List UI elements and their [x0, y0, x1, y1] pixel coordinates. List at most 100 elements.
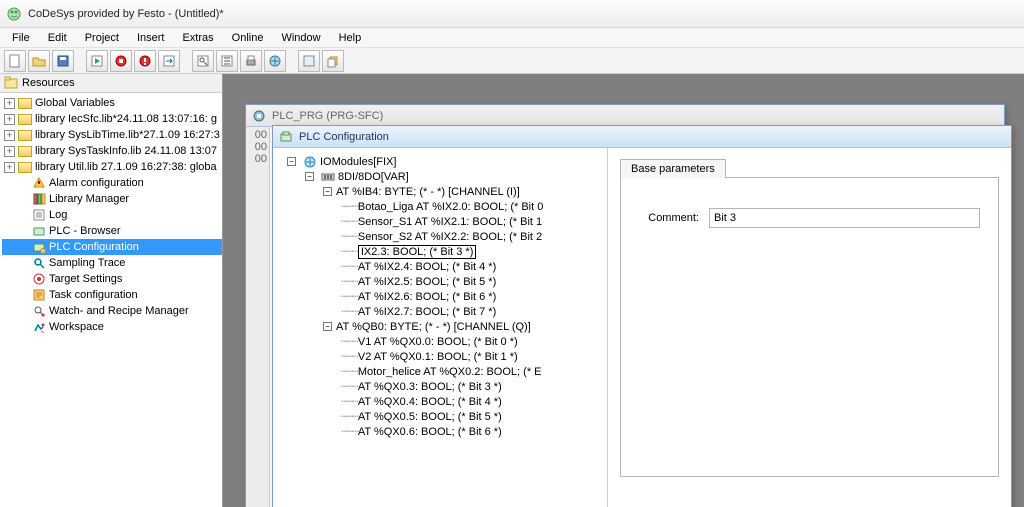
io-node-label: 8DI/8DO[VAR] — [338, 171, 409, 183]
tab-base-parameters[interactable]: Base parameters — [620, 159, 726, 178]
tool-stop[interactable] — [110, 50, 132, 72]
io-tree-node[interactable]: ┄┄┄AT %IX2.6: BOOL; (* Bit 6 *) — [287, 289, 607, 304]
tree-expander-icon[interactable]: + — [4, 98, 15, 109]
tree-expander-icon[interactable]: + — [4, 114, 15, 125]
io-tree-node[interactable]: − IOModules[FIX] — [287, 154, 607, 169]
tool-logout[interactable] — [158, 50, 180, 72]
resource-item[interactable]: +library Util.lib 27.1.09 16:27:38: glob… — [2, 159, 222, 175]
io-tree-node[interactable]: − 8DI/8DO[VAR] — [287, 169, 607, 184]
plc-icon — [32, 224, 46, 238]
comment-input[interactable] — [709, 208, 980, 228]
tool-cut[interactable] — [298, 50, 320, 72]
io-tree-node[interactable]: −AT %IB4: BYTE; (* - *) [CHANNEL (I)] — [287, 184, 607, 199]
folder-icon — [18, 144, 32, 158]
menu-insert[interactable]: Insert — [129, 30, 173, 46]
resource-item[interactable]: Workspace — [2, 319, 222, 335]
io-tree-node[interactable]: ┄┄┄V1 AT %QX0.0: BOOL; (* Bit 0 *) — [287, 334, 607, 349]
window-plc-prg-title: PLC_PRG (PRG-SFC) — [272, 110, 383, 122]
resource-label: Log — [49, 209, 67, 221]
tree-connector: ┄┄┄ — [341, 350, 358, 363]
io-tree-node[interactable]: ┄┄┄AT %IX2.7: BOOL; (* Bit 7 *) — [287, 304, 607, 319]
tree-expander-icon[interactable]: − — [287, 157, 296, 166]
io-tree-node[interactable]: ┄┄┄AT %IX2.4: BOOL; (* Bit 4 *) — [287, 259, 607, 274]
window-plc-prg-titlebar[interactable]: PLC_PRG (PRG-SFC) — [246, 105, 1004, 127]
tool-login[interactable] — [134, 50, 156, 72]
tree-expander-icon[interactable]: + — [4, 146, 15, 157]
io-tree-node[interactable]: −AT %QB0: BYTE; (* - *) [CHANNEL (Q)] — [287, 319, 607, 334]
io-tree-pane[interactable]: −IOModules[FIX]−8DI/8DO[VAR]−AT %IB4: BY… — [273, 148, 608, 507]
resources-icon — [4, 76, 18, 90]
io-tree-node[interactable]: ┄┄┄Botao_Liga AT %IX2.0: BOOL; (* Bit 0 — [287, 199, 607, 214]
tool-find[interactable] — [192, 50, 214, 72]
io-tree-node[interactable]: ┄┄┄Sensor_S1 AT %IX2.1: BOOL; (* Bit 1 — [287, 214, 607, 229]
window-plc-configuration-titlebar[interactable]: PLC Configuration — [273, 126, 1011, 148]
window-plc-configuration-title: PLC Configuration — [299, 131, 389, 143]
tree-connector: ┄┄┄ — [341, 395, 358, 408]
gutter-line: 00 — [246, 153, 267, 165]
tool-copy[interactable] — [322, 50, 344, 72]
tree-connector: ┄┄┄ — [341, 260, 358, 273]
tool-open[interactable] — [28, 50, 50, 72]
resource-item[interactable]: Target Settings — [2, 271, 222, 287]
resource-item[interactable]: Log — [2, 207, 222, 223]
resources-title: Resources — [22, 77, 75, 89]
io-tree-node[interactable]: ┄┄┄V2 AT %QX0.1: BOOL; (* Bit 1 *) — [287, 349, 607, 364]
io-tree-node[interactable]: ┄┄┄AT %QX0.4: BOOL; (* Bit 4 *) — [287, 394, 607, 409]
io-tree-node[interactable]: ┄┄┄AT %QX0.3: BOOL; (* Bit 3 *) — [287, 379, 607, 394]
io-tree-node[interactable]: ┄┄┄ IX2.3: BOOL; (* Bit 3 *) — [287, 244, 607, 259]
tool-globalreplace[interactable] — [264, 50, 286, 72]
io-node-label: Sensor_S1 AT %IX2.1: BOOL; (* Bit 1 — [358, 216, 542, 228]
io-node-label: IOModules[FIX] — [320, 156, 396, 168]
tree-expander-icon[interactable]: − — [323, 187, 332, 196]
io-node-label: AT %IX2.4: BOOL; (* Bit 4 *) — [358, 261, 496, 273]
resource-item[interactable]: + library SysTaskInfo.lib 24.11.08 13:07 — [2, 143, 222, 159]
resource-item[interactable]: Alarm configuration — [2, 175, 222, 191]
resource-label: Library Manager — [49, 193, 129, 205]
window-plc-configuration[interactable]: PLC Configuration −IOModules[FIX]−8DI/8D… — [272, 125, 1012, 507]
resource-item[interactable]: Sampling Trace — [2, 255, 222, 271]
app-title: CoDeSys provided by Festo - (Untitled)* — [28, 8, 224, 20]
alarm-icon — [32, 176, 46, 190]
menu-file[interactable]: File — [4, 30, 38, 46]
resources-tree[interactable]: +Global Variables+library IecSfc.lib*24.… — [0, 93, 222, 337]
resource-item[interactable]: Task configuration — [2, 287, 222, 303]
io-tree-node[interactable]: ┄┄┄Sensor_S2 AT %IX2.2: BOOL; (* Bit 2 — [287, 229, 607, 244]
tree-expander-icon[interactable]: − — [323, 322, 332, 331]
tool-run[interactable] — [86, 50, 108, 72]
menu-edit[interactable]: Edit — [40, 30, 75, 46]
tree-expander-icon[interactable]: + — [4, 130, 15, 141]
menu-window[interactable]: Window — [273, 30, 328, 46]
tree-connector: ┄┄┄ — [341, 275, 358, 288]
app-icon — [6, 6, 22, 22]
resource-item[interactable]: +library SysLibTime.lib*27.1.09 16:27:3 — [2, 127, 222, 143]
resource-label: Alarm configuration — [49, 177, 144, 189]
resource-label: library SysTaskInfo.lib 24.11.08 13:07 — [35, 145, 217, 157]
resource-item[interactable]: + library IecSfc.lib*24.11.08 13:07:16: g — [2, 111, 222, 127]
io-node-label: AT %IX2.6: BOOL; (* Bit 6 *) — [358, 291, 496, 303]
menu-online[interactable]: Online — [224, 30, 272, 46]
io-tree-node[interactable]: ┄┄┄AT %IX2.5: BOOL; (* Bit 5 *) — [287, 274, 607, 289]
tool-new[interactable] — [4, 50, 26, 72]
folder-icon — [18, 96, 32, 110]
resource-label: Sampling Trace — [49, 257, 125, 269]
resource-item[interactable]: Library Manager — [2, 191, 222, 207]
resource-label: library IecSfc.lib*24.11.08 13:07:16: g — [35, 113, 217, 125]
tree-expander-icon[interactable]: + — [4, 162, 15, 173]
io-tree-node[interactable]: ┄┄┄AT %QX0.6: BOOL; (* Bit 6 *) — [287, 424, 607, 439]
io-node-label: V2 AT %QX0.1: BOOL; (* Bit 1 *) — [358, 351, 518, 363]
resource-label: Target Settings — [49, 273, 122, 285]
resource-item[interactable]: PLC - Browser — [2, 223, 222, 239]
io-tree-node[interactable]: ┄┄┄AT %QX0.5: BOOL; (* Bit 5 *) — [287, 409, 607, 424]
io-tree-node[interactable]: ┄┄┄Motor_helice AT %QX0.2: BOOL; (* E — [287, 364, 607, 379]
menu-project[interactable]: Project — [77, 30, 127, 46]
resource-item[interactable]: PLC Configuration — [2, 239, 222, 255]
tool-findnext[interactable] — [216, 50, 238, 72]
resource-item[interactable]: Watch- and Recipe Manager — [2, 303, 222, 319]
tree-expander-icon[interactable]: − — [305, 172, 314, 181]
tree-connector: ┄┄┄ — [341, 290, 358, 303]
tool-print[interactable] — [240, 50, 262, 72]
menu-extras[interactable]: Extras — [174, 30, 221, 46]
menu-help[interactable]: Help — [331, 30, 370, 46]
tool-save[interactable] — [52, 50, 74, 72]
resource-item[interactable]: +Global Variables — [2, 95, 222, 111]
